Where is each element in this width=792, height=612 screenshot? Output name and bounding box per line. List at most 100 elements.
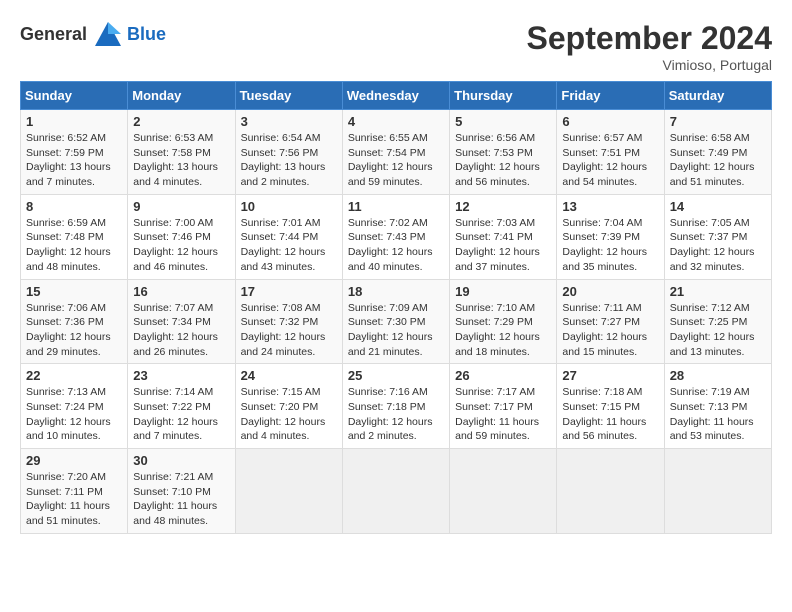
table-row: 10Sunrise: 7:01 AMSunset: 7:44 PMDayligh…: [235, 194, 342, 279]
day-info-line: and 51 minutes.: [670, 176, 745, 188]
day-info: Sunrise: 7:18 AMSunset: 7:15 PMDaylight:…: [562, 385, 658, 444]
day-info-line: Sunrise: 6:53 AM: [133, 132, 213, 144]
day-info-line: and 37 minutes.: [455, 261, 530, 273]
day-info-line: Daylight: 12 hours: [670, 161, 755, 173]
day-number: 8: [26, 199, 122, 214]
day-info-line: and 56 minutes.: [455, 176, 530, 188]
day-number: 27: [562, 368, 658, 383]
day-info-line: Daylight: 12 hours: [348, 246, 433, 258]
day-info-line: Sunrise: 7:13 AM: [26, 386, 106, 398]
day-info-line: and 7 minutes.: [133, 430, 202, 442]
day-info: Sunrise: 7:07 AMSunset: 7:34 PMDaylight:…: [133, 301, 229, 360]
day-info-line: Daylight: 11 hours: [133, 500, 217, 512]
logo-blue-text: Blue: [127, 24, 166, 45]
day-info-line: and 48 minutes.: [26, 261, 101, 273]
day-info: Sunrise: 7:14 AMSunset: 7:22 PMDaylight:…: [133, 385, 229, 444]
day-info-line: Daylight: 12 hours: [348, 416, 433, 428]
day-info-line: and 40 minutes.: [348, 261, 423, 273]
table-row: [342, 449, 449, 534]
day-info-line: Daylight: 12 hours: [348, 161, 433, 173]
table-row: 19Sunrise: 7:10 AMSunset: 7:29 PMDayligh…: [450, 279, 557, 364]
day-info-line: Sunrise: 7:00 AM: [133, 217, 213, 229]
day-number: 23: [133, 368, 229, 383]
day-info-line: Sunset: 7:51 PM: [562, 147, 640, 159]
day-info-line: Sunrise: 7:19 AM: [670, 386, 750, 398]
day-number: 7: [670, 114, 766, 129]
calendar-week-row: 1Sunrise: 6:52 AMSunset: 7:59 PMDaylight…: [21, 110, 772, 195]
day-info-line: and 43 minutes.: [241, 261, 316, 273]
day-info-line: and 48 minutes.: [133, 515, 208, 527]
table-row: [450, 449, 557, 534]
day-info-line: Sunrise: 7:17 AM: [455, 386, 535, 398]
day-number: 21: [670, 284, 766, 299]
day-info: Sunrise: 6:59 AMSunset: 7:48 PMDaylight:…: [26, 216, 122, 275]
table-row: 24Sunrise: 7:15 AMSunset: 7:20 PMDayligh…: [235, 364, 342, 449]
title-area: September 2024 Vimioso, Portugal: [527, 20, 772, 73]
day-number: 11: [348, 199, 444, 214]
day-info: Sunrise: 7:10 AMSunset: 7:29 PMDaylight:…: [455, 301, 551, 360]
day-info-line: and 46 minutes.: [133, 261, 208, 273]
day-info-line: Sunrise: 7:18 AM: [562, 386, 642, 398]
day-info-line: and 7 minutes.: [26, 176, 95, 188]
day-info-line: Daylight: 11 hours: [670, 416, 754, 428]
day-info-line: Sunset: 7:27 PM: [562, 316, 640, 328]
day-info-line: Sunset: 7:37 PM: [670, 231, 748, 243]
logo: General Blue: [20, 20, 166, 48]
day-number: 4: [348, 114, 444, 129]
day-info-line: and 4 minutes.: [133, 176, 202, 188]
day-number: 29: [26, 453, 122, 468]
day-info-line: Sunrise: 7:14 AM: [133, 386, 213, 398]
day-info-line: Daylight: 12 hours: [133, 331, 218, 343]
calendar-header-row: Sunday Monday Tuesday Wednesday Thursday…: [21, 82, 772, 110]
day-number: 30: [133, 453, 229, 468]
day-info-line: Daylight: 12 hours: [241, 331, 326, 343]
day-info-line: Sunrise: 7:02 AM: [348, 217, 428, 229]
day-info-line: and 54 minutes.: [562, 176, 637, 188]
day-info: Sunrise: 7:04 AMSunset: 7:39 PMDaylight:…: [562, 216, 658, 275]
day-info: Sunrise: 7:19 AMSunset: 7:13 PMDaylight:…: [670, 385, 766, 444]
day-number: 28: [670, 368, 766, 383]
day-info-line: Sunrise: 7:21 AM: [133, 471, 213, 483]
table-row: 29 Sunrise: 7:20 AMSunset: 7:11 PMDayligh…: [21, 449, 128, 534]
day-info: Sunrise: 7:20 AMSunset: 7:11 PMDaylight:…: [26, 470, 122, 529]
day-number: 22: [26, 368, 122, 383]
day-info-line: and 10 minutes.: [26, 430, 101, 442]
table-row: 7Sunrise: 6:58 AMSunset: 7:49 PMDaylight…: [664, 110, 771, 195]
day-info: Sunrise: 7:21 AM Sunset: 7:10 PM Daylight:…: [133, 470, 229, 529]
day-info: Sunrise: 7:16 AMSunset: 7:18 PMDaylight:…: [348, 385, 444, 444]
day-info: Sunrise: 7:05 AMSunset: 7:37 PMDaylight:…: [670, 216, 766, 275]
table-row: 20Sunrise: 7:11 AMSunset: 7:27 PMDayligh…: [557, 279, 664, 364]
calendar-week-row: 22Sunrise: 7:13 AMSunset: 7:24 PMDayligh…: [21, 364, 772, 449]
day-number: 6: [562, 114, 658, 129]
day-number: 12: [455, 199, 551, 214]
table-row: 2Sunrise: 6:53 AMSunset: 7:58 PMDaylight…: [128, 110, 235, 195]
day-info-line: Daylight: 12 hours: [241, 246, 326, 258]
day-info-line: Sunrise: 7:05 AM: [670, 217, 750, 229]
day-info-line: Daylight: 12 hours: [133, 246, 218, 258]
day-info-line: and 51 minutes.: [26, 515, 101, 527]
day-info-line: Sunset: 7:58 PM: [133, 147, 211, 159]
calendar-week-row: 29 Sunrise: 7:20 AMSunset: 7:11 PMDayligh…: [21, 449, 772, 534]
day-info-line: Daylight: 12 hours: [562, 246, 647, 258]
day-info: Sunrise: 7:01 AM Sunset: 7:44 PM Daylight:…: [241, 216, 337, 275]
day-info-line: Sunrise: 7:01 AM: [241, 217, 321, 229]
day-number: 2: [133, 114, 229, 129]
day-info-line: and 35 minutes.: [562, 261, 637, 273]
day-info-line: and 2 minutes.: [348, 430, 417, 442]
day-info: Sunrise: 6:53 AMSunset: 7:58 PMDaylight:…: [133, 131, 229, 190]
day-number: 15: [26, 284, 122, 299]
day-info-line: Sunset: 7:44 PM: [241, 231, 319, 243]
day-info-line: Daylight: 12 hours: [26, 416, 111, 428]
day-info: Sunrise: 6:57 AMSunset: 7:51 PMDaylight:…: [562, 131, 658, 190]
day-info-line: and 59 minutes.: [455, 430, 530, 442]
day-info-line: Sunrise: 6:59 AM: [26, 217, 106, 229]
day-info-line: Daylight: 12 hours: [133, 416, 218, 428]
day-number: 20: [562, 284, 658, 299]
table-row: 5Sunrise: 6:56 AMSunset: 7:53 PMDaylight…: [450, 110, 557, 195]
day-info: Sunrise: 6:52 AMSunset: 7:59 PMDaylight:…: [26, 131, 122, 190]
day-info-line: Sunset: 7:10 PM: [133, 486, 211, 498]
day-info-line: Sunrise: 7:20 AM: [26, 471, 106, 483]
day-number: 13: [562, 199, 658, 214]
table-row: 12Sunrise: 7:03 AMSunset: 7:41 PMDayligh…: [450, 194, 557, 279]
day-info: Sunrise: 7:08 AMSunset: 7:32 PMDaylight:…: [241, 301, 337, 360]
